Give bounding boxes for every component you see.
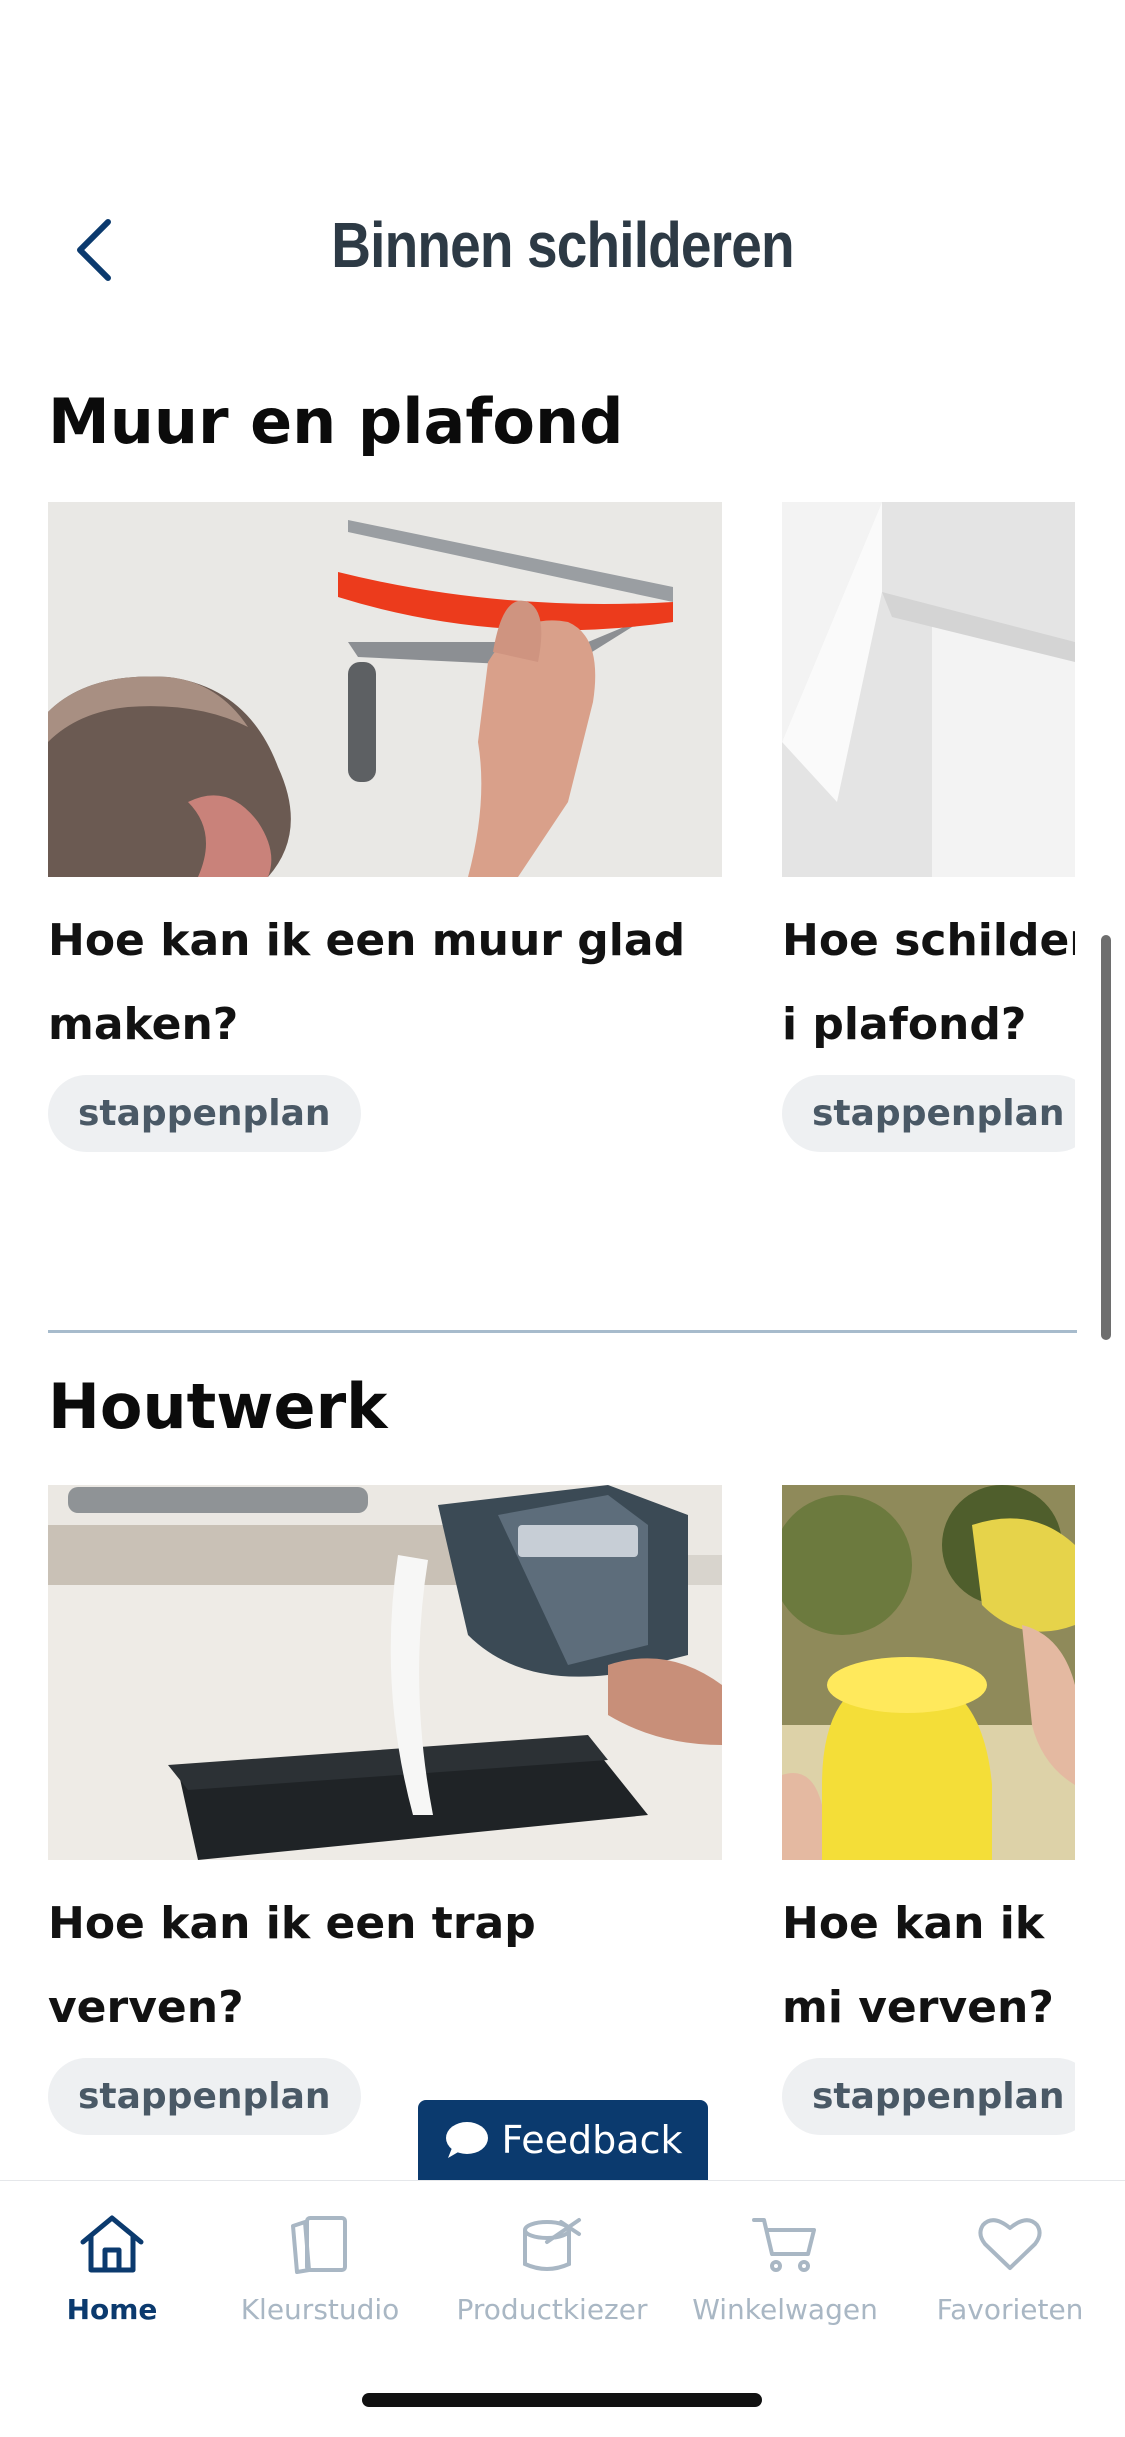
article-title: Hoe kan ik een trap verven? <box>48 1898 536 2033</box>
article-tag: stappenplan <box>782 1075 1075 1152</box>
article-image-trap-verven <box>48 1485 722 1860</box>
article-title: Hoe kan ik een muur glad maken? <box>48 915 686 1050</box>
color-swatch-icon <box>220 2206 420 2281</box>
feedback-label: Feedback <box>501 2118 683 2162</box>
article-image-plafond <box>782 502 1075 877</box>
section-divider <box>48 1330 1077 1333</box>
article-card-muur-glad[interactable]: Hoe kan ik een muur glad maken? stappenp… <box>48 502 722 1152</box>
page-header: Binnen schilderen <box>0 180 1125 330</box>
article-card-plafond[interactable]: Hoe schilder i plafond? stappenplan <box>782 502 1075 1152</box>
article-tag: stappenplan <box>48 1075 361 1152</box>
section-title-muur-en-plafond: Muur en plafond <box>48 385 624 458</box>
vertical-scrollbar[interactable] <box>1101 935 1111 1340</box>
tab-label: Home <box>66 2293 158 2326</box>
article-title: Hoe schilder i plafond? <box>782 915 1075 1050</box>
tab-label: Winkelwagen <box>692 2293 878 2326</box>
section-title-houtwerk: Houtwerk <box>48 1370 388 1443</box>
heart-icon <box>910 2206 1110 2281</box>
tab-productkiezer[interactable]: Productkiezer <box>452 2206 652 2326</box>
page-title: Binnen schilderen <box>331 209 794 281</box>
feedback-button[interactable]: Feedback <box>418 2100 708 2180</box>
tab-favorieten[interactable]: Favorieten <box>910 2206 1110 2326</box>
tab-label: Kleurstudio <box>240 2293 400 2326</box>
article-card-meubel-verven[interactable]: Hoe kan ik mi verven? stappenplan <box>782 1485 1075 2135</box>
article-image-muur-glad <box>48 502 722 877</box>
tab-label: Favorieten <box>936 2293 1084 2326</box>
cart-icon <box>685 2206 885 2281</box>
paint-can-icon <box>452 2206 652 2281</box>
home-icon <box>12 2206 212 2281</box>
article-tag: stappenplan <box>48 2058 361 2135</box>
tab-winkelwagen[interactable]: Winkelwagen <box>685 2206 885 2326</box>
article-tag: stappenplan <box>782 2058 1075 2135</box>
tab-label: Productkiezer <box>456 2293 648 2326</box>
article-image-meubel-verven <box>782 1485 1075 1860</box>
tab-home[interactable]: Home <box>12 2206 212 2326</box>
home-indicator <box>362 2393 762 2407</box>
article-title: Hoe kan ik mi verven? <box>782 1898 1054 2033</box>
chat-bubble-icon <box>445 2122 488 2158</box>
tab-kleurstudio[interactable]: Kleurstudio <box>220 2206 420 2326</box>
article-card-trap-verven[interactable]: Hoe kan ik een trap verven? stappenplan <box>48 1485 722 2135</box>
